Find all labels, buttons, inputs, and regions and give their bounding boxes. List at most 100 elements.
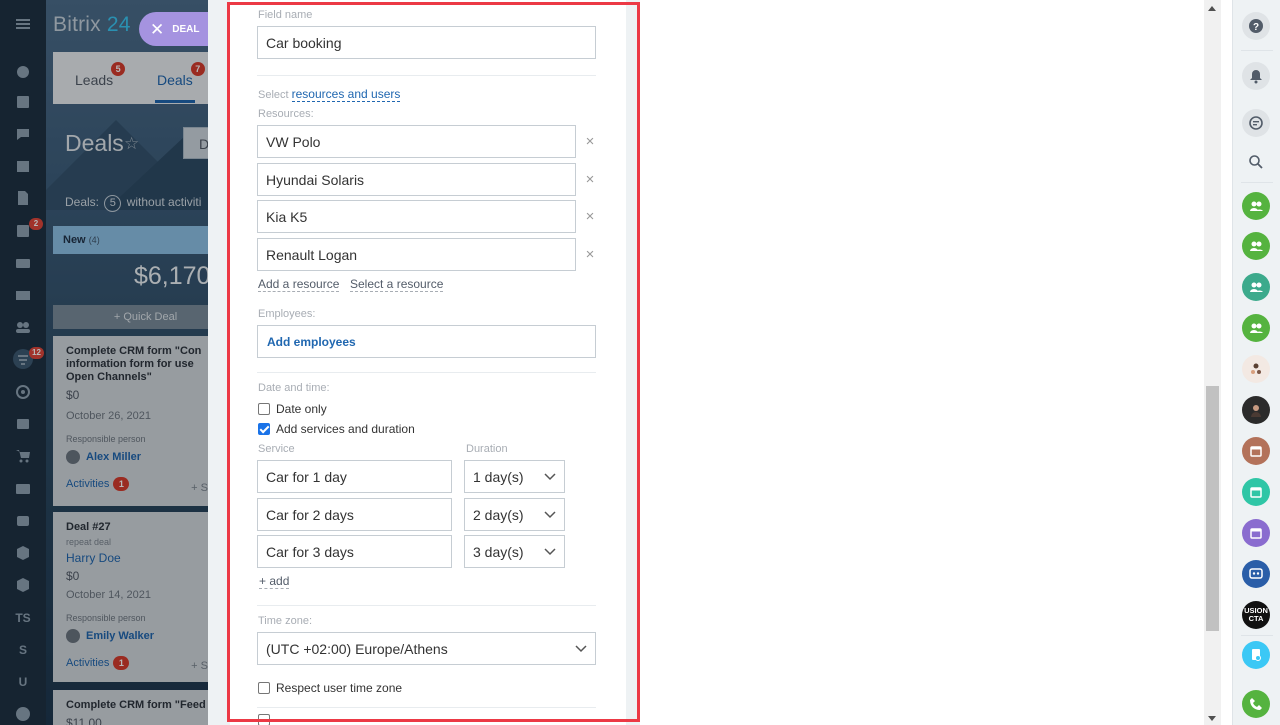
add-activity-button[interactable]: + S xyxy=(191,660,208,672)
group-chat-icon[interactable] xyxy=(1242,192,1270,220)
groups-icon[interactable] xyxy=(13,317,33,337)
help-icon[interactable]: ? xyxy=(1242,12,1270,40)
deal-card[interactable]: Complete CRM form "Feed $11.00 xyxy=(53,690,208,725)
star-icon[interactable]: ☆ xyxy=(124,134,139,154)
datetime-label: Date and time: xyxy=(258,382,330,394)
remove-resource-icon[interactable]: × xyxy=(584,172,596,187)
calendar-chat-icon[interactable] xyxy=(1242,478,1270,506)
deal-title[interactable]: Complete CRM form "Con xyxy=(66,345,208,358)
chat-icon[interactable] xyxy=(13,124,33,144)
mail-icon[interactable] xyxy=(13,285,33,305)
calendar-chat-icon[interactable] xyxy=(1242,519,1270,547)
resource-input[interactable]: Hyundai Solaris xyxy=(257,163,576,196)
add-employees-button[interactable]: Add employees xyxy=(257,325,596,358)
contact-card-icon[interactable] xyxy=(13,479,33,499)
checkbox-unchecked[interactable] xyxy=(258,682,270,694)
quick-deal-button[interactable]: + Quick Deal xyxy=(53,305,208,329)
deal-card[interactable]: Deal #27 repeat deal Harry Doe $0 Octobe… xyxy=(53,512,208,682)
deal-title[interactable]: Complete CRM form "Feed xyxy=(66,699,208,712)
phone-icon[interactable] xyxy=(1242,690,1270,718)
deal-subtitle: repeat deal xyxy=(66,537,112,547)
open-channel-icon[interactable] xyxy=(1242,560,1270,588)
sidebar-item-u[interactable]: U xyxy=(13,672,33,692)
tab-leads[interactable]: Leads 5 xyxy=(75,62,126,88)
remove-resource-icon[interactable]: × xyxy=(584,247,596,262)
filter-button[interactable]: D xyxy=(183,127,208,159)
group-chat-icon[interactable] xyxy=(1242,232,1270,260)
fusion-avatar[interactable]: USION CTA xyxy=(1242,601,1270,629)
partial-checkbox[interactable] xyxy=(258,714,276,725)
scroll-up-arrow[interactable] xyxy=(1208,6,1216,11)
timezone-label: Time zone: xyxy=(258,615,313,627)
activities-link[interactable]: Activities 1 xyxy=(66,656,208,670)
resources-users-link[interactable]: resources and users xyxy=(291,87,401,102)
messages-icon[interactable] xyxy=(1242,109,1270,137)
resource-input[interactable]: Kia K5 xyxy=(257,200,576,233)
sync-icon[interactable] xyxy=(13,511,33,531)
duration-select[interactable]: 1 day(s) xyxy=(464,460,565,493)
checkbox-unchecked[interactable] xyxy=(258,403,270,415)
deal-title[interactable]: Open Channels" xyxy=(66,371,208,384)
deals-counter: Deals: 5 without activiti xyxy=(65,195,201,212)
group-chat-icon[interactable] xyxy=(1242,273,1270,301)
service-name-input[interactable]: Car for 2 days xyxy=(257,498,452,531)
activities-link[interactable]: Activities 1 xyxy=(66,477,208,491)
contact-link[interactable]: Harry Doe xyxy=(66,551,208,565)
target-icon[interactable] xyxy=(13,382,33,402)
crm-badge: 12 xyxy=(29,347,44,359)
resource-input[interactable]: VW Polo xyxy=(257,125,576,158)
deal-card[interactable]: Complete CRM form "Con information form … xyxy=(53,336,208,506)
duration-select[interactable]: 2 day(s) xyxy=(464,498,565,531)
drive-icon[interactable] xyxy=(13,253,33,273)
search-icon[interactable] xyxy=(1242,148,1270,176)
calendar-icon[interactable] xyxy=(13,156,33,176)
checkbox-unchecked[interactable] xyxy=(258,714,270,725)
box-icon[interactable] xyxy=(13,543,33,563)
box2-icon[interactable] xyxy=(13,575,33,595)
service-name-input[interactable]: Car for 3 days xyxy=(257,535,452,568)
divider xyxy=(1241,50,1273,51)
expand-icon[interactable] xyxy=(13,704,33,724)
responsible-person[interactable]: Alex Miller xyxy=(66,450,208,464)
feed-icon[interactable] xyxy=(13,62,33,82)
user-avatar[interactable] xyxy=(1242,355,1270,383)
add-service-link[interactable]: + add xyxy=(259,575,290,589)
field-name-input[interactable]: Car booking xyxy=(257,26,596,59)
window-icon[interactable] xyxy=(13,414,33,434)
date-only-checkbox[interactable]: Date only xyxy=(258,402,327,416)
resources-label: Resources: xyxy=(258,108,314,120)
scroll-down-arrow[interactable] xyxy=(1208,716,1216,721)
page-scrollbar[interactable] xyxy=(1204,0,1221,725)
deal-title[interactable]: Deal #27 xyxy=(66,521,208,534)
checkbox-checked[interactable] xyxy=(258,423,270,435)
deal-title[interactable]: information form for use xyxy=(66,358,208,371)
menu-icon[interactable] xyxy=(13,14,33,34)
timezone-select[interactable]: (UTC +02:00) Europe/Athens xyxy=(257,632,596,665)
group-chat-icon[interactable] xyxy=(1242,314,1270,342)
sidebar-item-ts[interactable]: TS xyxy=(13,608,33,628)
sidebar-item-s[interactable]: S xyxy=(13,640,33,660)
scroll-thumb[interactable] xyxy=(1206,386,1219,631)
add-services-checkbox[interactable]: Add services and duration xyxy=(258,422,415,436)
counter-badge[interactable]: 5 xyxy=(104,195,122,212)
select-resource-link[interactable]: Select a resource xyxy=(350,278,444,292)
tab-deals[interactable]: Deals 7 xyxy=(157,62,205,88)
cart-icon[interactable] xyxy=(13,446,33,466)
add-resource-link[interactable]: Add a resource xyxy=(258,278,340,292)
docs-icon[interactable] xyxy=(13,188,33,208)
notifications-icon[interactable] xyxy=(1242,62,1270,90)
close-slider-button[interactable]: ✕ DEAL xyxy=(139,12,208,46)
remove-resource-icon[interactable]: × xyxy=(584,209,596,224)
user-avatar[interactable] xyxy=(1242,396,1270,424)
resource-input[interactable]: Renault Logan xyxy=(257,238,576,271)
add-activity-button[interactable]: + S xyxy=(191,482,208,494)
remove-resource-icon[interactable]: × xyxy=(584,134,596,149)
responsible-person[interactable]: Emily Walker xyxy=(66,629,208,643)
tasks-icon[interactable] xyxy=(13,92,33,112)
duration-select[interactable]: 3 day(s) xyxy=(464,535,565,568)
service-name-input[interactable]: Car for 1 day xyxy=(257,460,452,493)
calendar-chat-icon[interactable] xyxy=(1242,437,1270,465)
respect-timezone-checkbox[interactable]: Respect user time zone xyxy=(258,681,402,695)
disk-icon[interactable] xyxy=(1242,641,1270,669)
stage-header[interactable]: New (4) xyxy=(53,226,208,254)
